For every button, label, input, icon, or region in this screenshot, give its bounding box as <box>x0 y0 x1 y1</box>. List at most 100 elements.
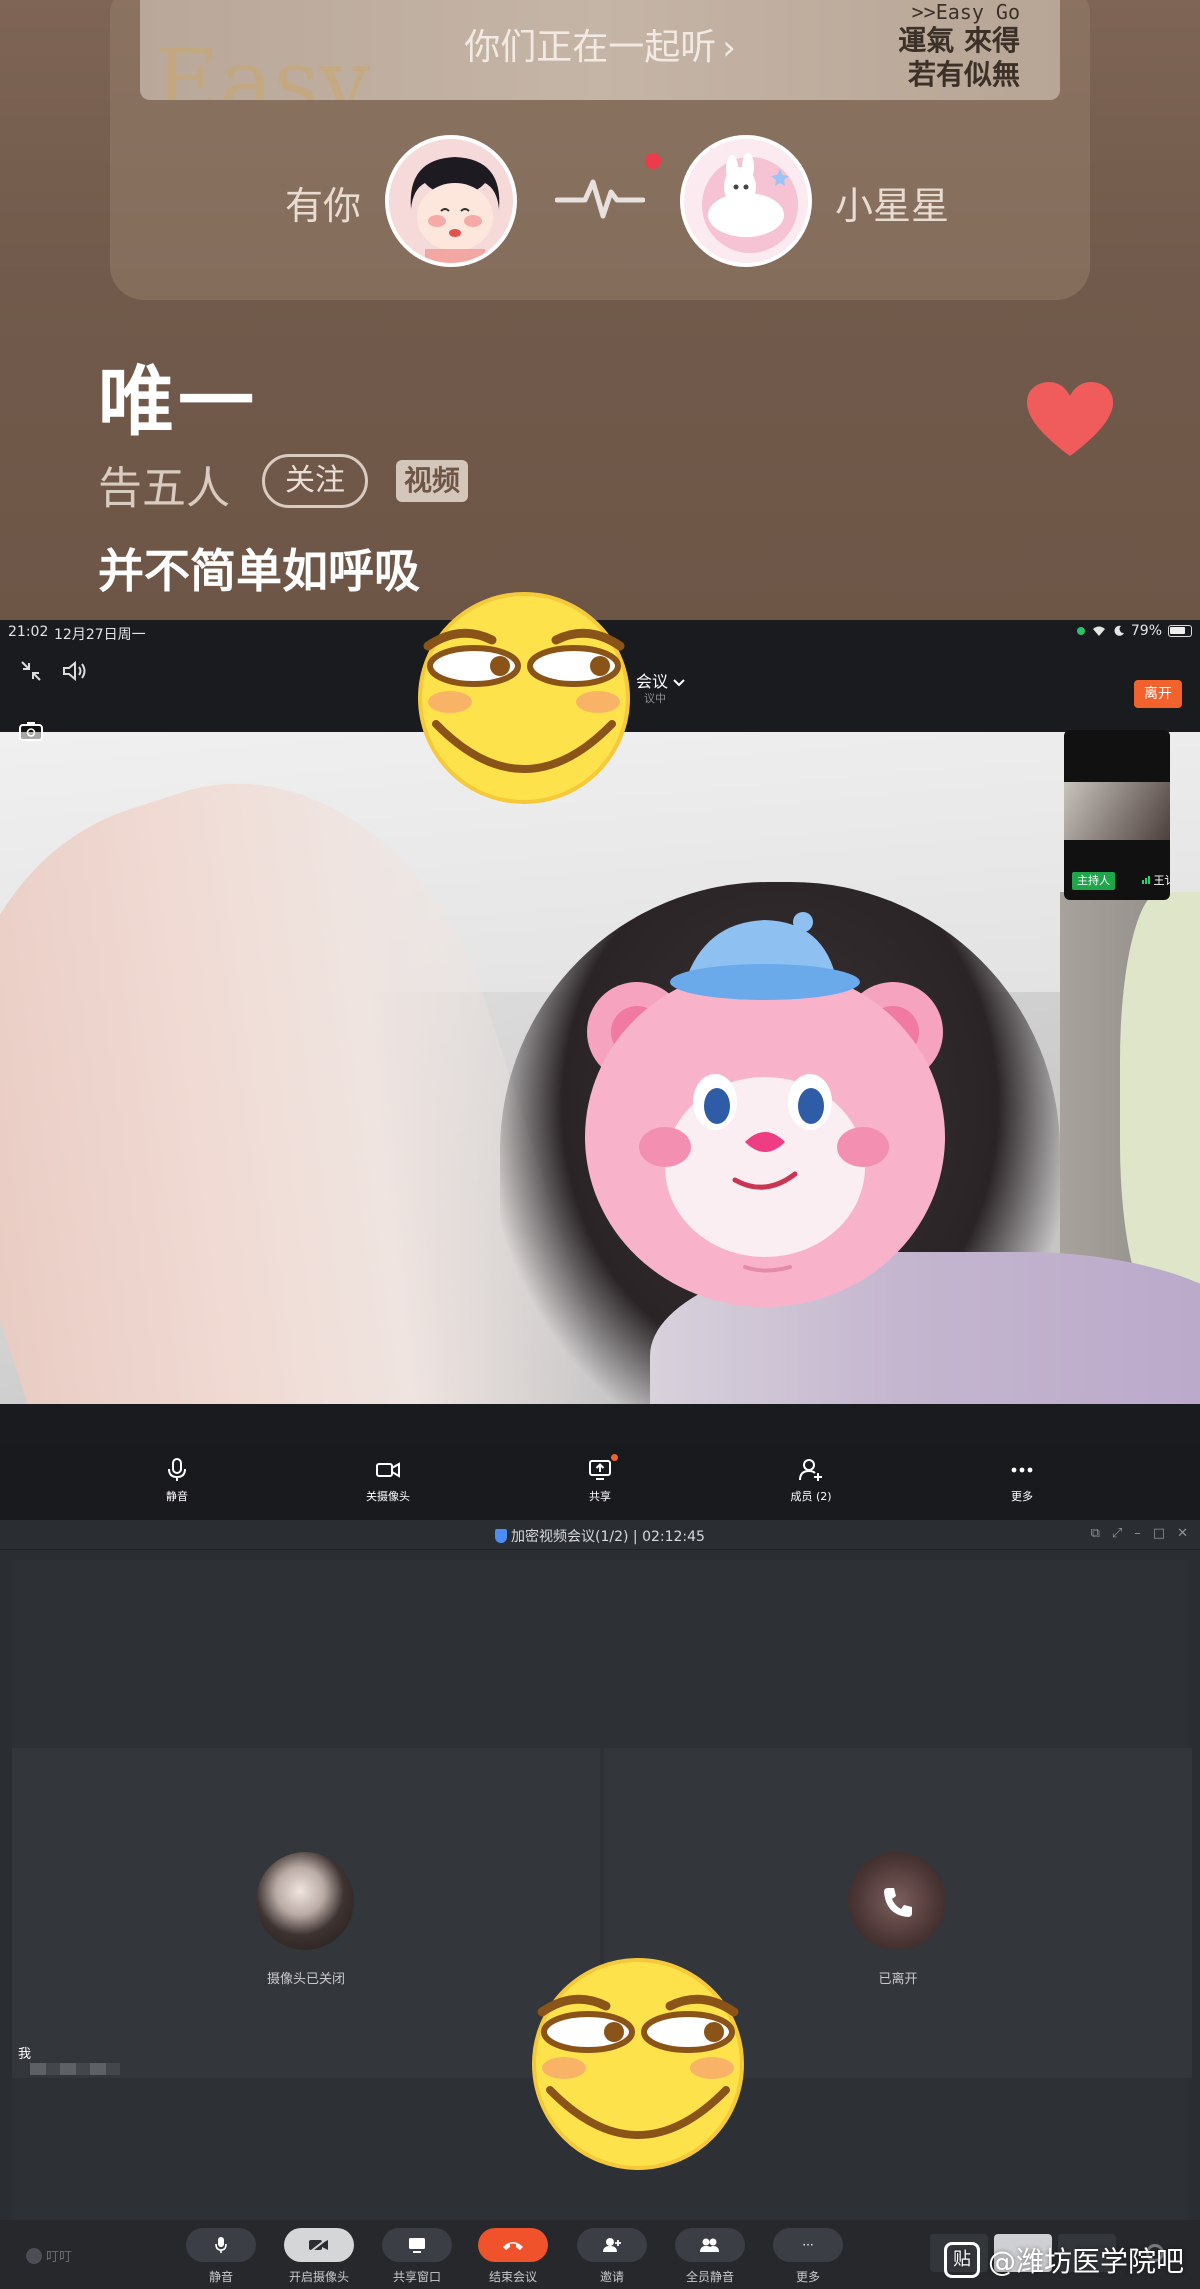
shrink-window-icon[interactable] <box>20 660 42 682</box>
right-listener-avatar[interactable] <box>680 135 812 267</box>
window-title: 加密视频会议(1/2) | 02:12:45 <box>0 1526 1200 1546</box>
video-tag-button[interactable]: 视频 <box>396 460 469 502</box>
avatar <box>256 1852 354 1950</box>
fullscreen-icon[interactable]: ⤢ <box>1112 1526 1122 1541</box>
microphone-icon <box>168 1458 186 1481</box>
switch-camera-icon[interactable] <box>18 720 44 742</box>
window-title-text: 加密视频会议(1/2) | 02:12:45 <box>511 1529 705 1545</box>
song-title: 唯一 <box>98 357 258 446</box>
pip-icon[interactable]: ⧉ <box>1091 1526 1100 1541</box>
share-window-label: 共享窗口 <box>392 2270 441 2284</box>
more-label: 更多 <box>795 2270 820 2284</box>
chevron-right-icon: › <box>722 28 736 68</box>
meeting-subtitle: 议中 <box>644 692 666 705</box>
start-camera-label: 开启摄像头 <box>288 2270 349 2284</box>
avatar <box>848 1852 946 1950</box>
mute-all-button[interactable]: 全员静音 <box>675 2228 745 2285</box>
mute-button[interactable]: 静音 <box>132 1458 222 1504</box>
end-meeting-label: 结束会议 <box>488 2270 537 2284</box>
app-logo-text: 叮叮 <box>46 2250 73 2265</box>
share-notification-dot <box>611 1454 618 1461</box>
camera-label: 关摄像头 <box>366 1490 410 1503</box>
desktop-meeting-section: 加密视频会议(1/2) | 02:12:45 ⧉ ⤢ – □ ✕ 摄像头已关闭 … <box>0 1520 1200 2289</box>
left-listener-avatar[interactable] <box>385 135 517 267</box>
right-listener-name: 小星星 <box>835 184 950 228</box>
participant-thumbnail[interactable]: 主持人 王讠 <box>1064 730 1170 900</box>
watermark-text: @潍坊医学院吧 <box>987 2245 1184 2278</box>
minimize-icon[interactable]: – <box>1134 1526 1141 1541</box>
listening-together-text: 你们正在一起听 <box>464 27 717 68</box>
share-screen-icon <box>382 2228 452 2262</box>
signal-icon <box>1142 876 1150 884</box>
smirk-emoji-sticker-icon <box>532 1958 744 2170</box>
mute-button[interactable]: 静音 <box>186 2228 256 2285</box>
invite-label: 邀请 <box>599 2270 624 2284</box>
close-icon[interactable]: ✕ <box>1177 1526 1188 1541</box>
members-label: 成员 (2) <box>790 1490 832 1503</box>
artist-name[interactable]: 告五人 <box>98 452 230 516</box>
start-camera-button[interactable]: 开启摄像头 <box>284 2228 354 2285</box>
logo-icon <box>26 2247 42 2264</box>
status-right: 79% <box>1076 623 1192 639</box>
chevron-down-icon <box>673 679 685 687</box>
invite-button[interactable]: 邀请 <box>577 2228 647 2285</box>
microphone-icon <box>186 2228 256 2262</box>
window-controls: ⧉ ⤢ – □ ✕ <box>1091 1526 1188 1541</box>
video-background-curtain <box>1120 892 1200 1312</box>
battery-percent: 79% <box>1130 623 1162 639</box>
camera-off-label: 摄像头已关闭 <box>266 1972 345 1987</box>
notification-dot <box>645 153 661 169</box>
self-label: 我 <box>18 2047 32 2062</box>
status-time: 21:02 <box>8 624 49 640</box>
watermark: 贴 @潍坊医学院吧 <box>943 2240 1184 2280</box>
share-window-button[interactable]: 共享窗口 <box>382 2228 452 2285</box>
meeting-title-dropdown[interactable]: 会议 <box>636 668 685 692</box>
mute-label: 静音 <box>208 2270 233 2284</box>
add-member-icon <box>799 1459 822 1481</box>
more-button[interactable]: ··· 更多 <box>773 2228 843 2285</box>
wifi-icon <box>1092 626 1105 636</box>
meeting-title: 会议 <box>636 672 669 691</box>
host-name: 王讠 <box>1142 872 1170 890</box>
tieba-logo-icon: 贴 <box>943 2242 980 2278</box>
mic-indicator-icon <box>1076 627 1085 635</box>
moon-icon <box>1114 625 1124 636</box>
speaker-icon[interactable] <box>62 660 88 682</box>
phone-icon <box>884 1888 912 1917</box>
pink-bear-sticker-icon <box>585 912 945 1307</box>
share-label: 共享 <box>589 1490 611 1503</box>
share-button[interactable]: 共享 <box>555 1454 645 1504</box>
like-heart-icon[interactable] <box>1025 380 1115 460</box>
group-mute-icon <box>675 2228 745 2262</box>
hang-up-icon <box>478 2228 548 2262</box>
follow-button[interactable]: 关注 <box>262 454 368 508</box>
maximize-icon[interactable]: □ <box>1153 1526 1165 1541</box>
video-camera-icon <box>284 2228 354 2262</box>
host-name-text: 王讠 <box>1153 874 1171 887</box>
more-label: 更多 <box>1011 1490 1033 1503</box>
participant-tile-me[interactable]: 摄像头已关闭 <box>12 1748 600 2078</box>
listening-together-link[interactable]: 你们正在一起听 › <box>0 18 1200 70</box>
meeting-bottom-toolbar: 静音 关摄像头 共享 成员 (2) 更多 <box>0 1444 1200 1520</box>
camera-off-button[interactable]: 关摄像头 <box>343 1458 433 1504</box>
add-member-icon <box>577 2228 647 2262</box>
music-player-section: Easy >>Easy Go 運氣 來得 若有似無 你们正在一起听 › 有你 小… <box>0 0 1200 620</box>
more-dots-icon: ··· <box>773 2228 843 2262</box>
more-button[interactable]: 更多 <box>977 1458 1067 1504</box>
smirk-emoji-sticker-icon <box>418 592 630 804</box>
thumbnail-video <box>1064 782 1170 840</box>
host-tag: 主持人 <box>1072 872 1115 890</box>
members-button[interactable]: 成员 (2) <box>766 1458 856 1504</box>
share-screen-icon <box>589 1460 611 1480</box>
heartbeat-pulse-icon <box>555 179 645 219</box>
leave-meeting-button[interactable]: 离开 <box>1134 680 1182 708</box>
main-video-feed[interactable]: 我 <box>0 732 1200 1404</box>
status-date: 12月27日周一 <box>54 627 146 643</box>
window-titlebar[interactable]: 加密视频会议(1/2) | 02:12:45 ⧉ ⤢ – □ ✕ <box>0 1520 1200 1550</box>
mute-all-label: 全员静音 <box>685 2270 734 2284</box>
shield-icon <box>495 1529 508 1543</box>
battery-icon <box>1168 625 1192 637</box>
app-logo: 叮叮 <box>26 2246 72 2265</box>
left-listener-name: 有你 <box>285 184 362 228</box>
end-meeting-button[interactable]: 结束会议 <box>478 2228 548 2285</box>
